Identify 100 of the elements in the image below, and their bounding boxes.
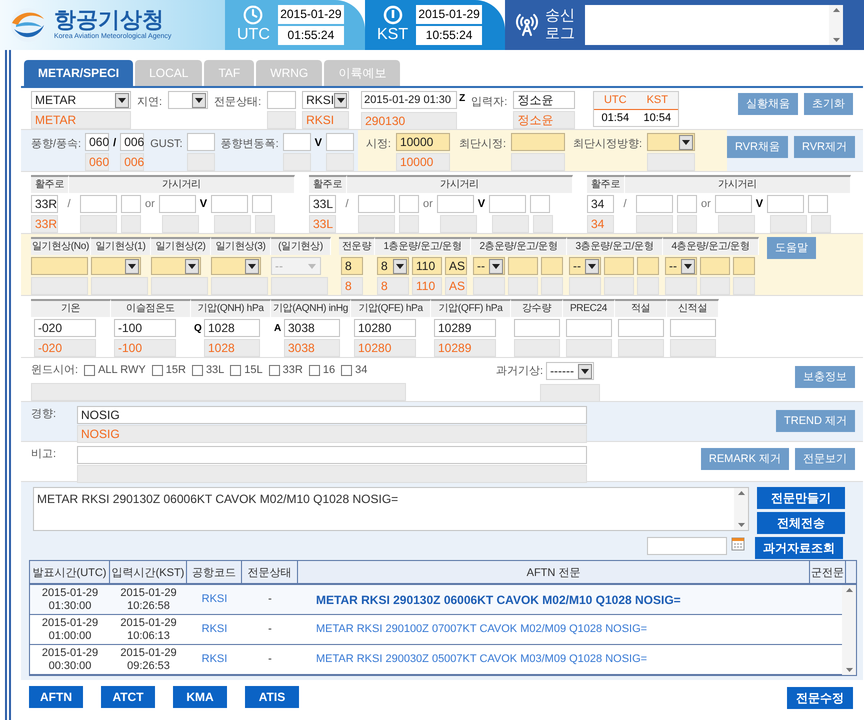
input-field[interactable] (31, 257, 88, 275)
table-row[interactable]: 2015-01-29 00:30:00 2015-01-29 09:26:53 RKSI - METAR RKSI 290030Z 05007KT CAVOK M03/M09 Q1028 NOSIG= (30, 645, 842, 675)
input-field[interactable] (508, 257, 538, 275)
dropdown-field[interactable] (168, 91, 208, 109)
checkbox[interactable] (152, 364, 163, 376)
message-text-area[interactable]: METAR RKSI 290130Z 06006KT CAVOK M02/M10 Q1028 NOSIG= (33, 487, 749, 531)
checkbox[interactable] (308, 364, 320, 376)
input-field[interactable]: 34 (587, 195, 614, 213)
input-field[interactable] (670, 319, 716, 337)
column-header: 활주로 (587, 175, 625, 193)
input-field[interactable]: 33R (31, 195, 58, 213)
input-field[interactable]: 2015-01-29 01:30 (361, 91, 458, 109)
scroll-down-icon[interactable] (832, 38, 840, 42)
action-button[interactable]: 전문수정 (787, 687, 853, 709)
input-field[interactable]: AS (445, 257, 467, 275)
input-field[interactable] (267, 91, 296, 109)
input-field[interactable]: 006 (120, 133, 144, 151)
input-field[interactable]: -020 (34, 319, 96, 337)
scrollbar[interactable] (734, 488, 748, 530)
dropdown-field[interactable] (151, 257, 201, 275)
input-field[interactable]: NOSIG (77, 406, 587, 424)
input-field[interactable] (566, 319, 612, 337)
input-field[interactable]: 10289 (434, 319, 496, 337)
scrollbar[interactable] (842, 585, 856, 675)
input-field[interactable] (211, 195, 248, 213)
input-field[interactable] (530, 195, 550, 213)
input-field[interactable] (733, 257, 755, 275)
dropdown-field[interactable]: -- (665, 257, 697, 275)
input-field[interactable] (399, 195, 419, 213)
checkbox[interactable] (192, 364, 203, 376)
input-field[interactable] (637, 257, 659, 275)
input-field[interactable]: 8 (341, 257, 363, 275)
scroll-up-icon[interactable] (846, 588, 853, 592)
dropdown-field[interactable]: -- (569, 257, 601, 275)
action-button[interactable]: ATIS (245, 686, 299, 708)
input-field[interactable]: 060 (85, 133, 110, 151)
dropdown-field[interactable]: RKSI (302, 91, 350, 109)
action-button[interactable]: AFTN (29, 686, 83, 708)
dropdown-field[interactable]: 8 (377, 257, 409, 275)
checkbox[interactable] (341, 364, 352, 376)
input-field[interactable] (700, 257, 730, 275)
scroll-down-icon[interactable] (738, 523, 744, 527)
input-field[interactable] (541, 257, 563, 275)
action-button[interactable]: 전체전송 (757, 512, 845, 534)
input-field[interactable]: 1028 (204, 319, 260, 337)
dropdown-field[interactable] (647, 133, 696, 151)
checkbox[interactable] (268, 364, 280, 376)
action-button[interactable]: 과거자료조회 (755, 537, 843, 559)
input-field[interactable] (677, 195, 697, 213)
checkbox[interactable] (230, 364, 242, 376)
action-button[interactable]: KMA (173, 686, 227, 708)
input-field[interactable]: 10000 (396, 133, 450, 151)
scroll-up-icon[interactable] (738, 491, 744, 495)
input-field[interactable] (489, 195, 526, 213)
scroll-up-icon[interactable] (832, 8, 840, 12)
table-row[interactable]: 2015-01-29 01:00:00 2015-01-29 10:06:13 RKSI - METAR RKSI 290100Z 07007KT CAVOK M02/M09 Q1028 NOSIG= (30, 615, 842, 645)
checkbox-label: ALL RWY (98, 363, 146, 378)
input-field[interactable] (511, 133, 566, 151)
calendar-icon[interactable] (731, 537, 745, 551)
input-field[interactable]: 3038 (284, 319, 340, 337)
input-field[interactable] (186, 133, 215, 151)
separator-text: or (423, 196, 433, 212)
input-field[interactable]: 110 (412, 257, 442, 275)
dropdown-field[interactable]: ------ (546, 362, 594, 380)
input-field[interactable] (282, 133, 311, 151)
input-field[interactable] (514, 319, 560, 337)
table-row[interactable]: 2015-01-29 01:30:00 2015-01-29 10:26:58 RKSI - METAR RKSI 290130Z 06006KT CAVOK M02/M10 Q1028 NOSIG= (30, 585, 842, 615)
input-field[interactable] (714, 195, 752, 213)
input-field[interactable] (121, 195, 141, 213)
checkbox[interactable] (84, 364, 96, 376)
column-header: 4층운량/운고/운형 (663, 237, 759, 255)
table-cell-text: - (267, 652, 273, 668)
date-input[interactable] (647, 537, 727, 555)
tab[interactable]: METAR/SPECI (24, 60, 134, 86)
dropdown-field[interactable]: -- (473, 257, 505, 275)
input-field[interactable] (158, 195, 196, 213)
dropdown-field[interactable] (211, 257, 261, 275)
input-field[interactable] (618, 319, 664, 337)
dropdown-field[interactable] (91, 257, 141, 275)
input-field[interactable] (358, 195, 395, 213)
input-field[interactable] (808, 195, 828, 213)
input-field[interactable] (604, 257, 634, 275)
dropdown-field[interactable]: METAR (31, 91, 131, 109)
table-cell-text: 2015-01-29 01:30:00 (40, 586, 100, 612)
scroll-down-icon[interactable] (846, 668, 853, 672)
input-field[interactable] (436, 195, 474, 213)
input-field[interactable] (77, 446, 587, 464)
input-field[interactable]: 33L (309, 195, 336, 213)
input-field[interactable]: -100 (114, 319, 176, 337)
input-field[interactable] (252, 195, 272, 213)
input-field[interactable]: 정소윤 (513, 91, 576, 109)
input-field[interactable]: 10280 (354, 319, 416, 337)
column-header: 일기현상(1) (91, 237, 151, 255)
input-field[interactable] (767, 195, 804, 213)
input-field[interactable] (636, 195, 673, 213)
action-button[interactable]: ATCT (101, 686, 155, 708)
input-field[interactable] (326, 133, 354, 151)
action-button[interactable]: 전문만들기 (757, 487, 845, 509)
scrollbar[interactable] (829, 5, 843, 45)
input-field[interactable] (80, 195, 117, 213)
